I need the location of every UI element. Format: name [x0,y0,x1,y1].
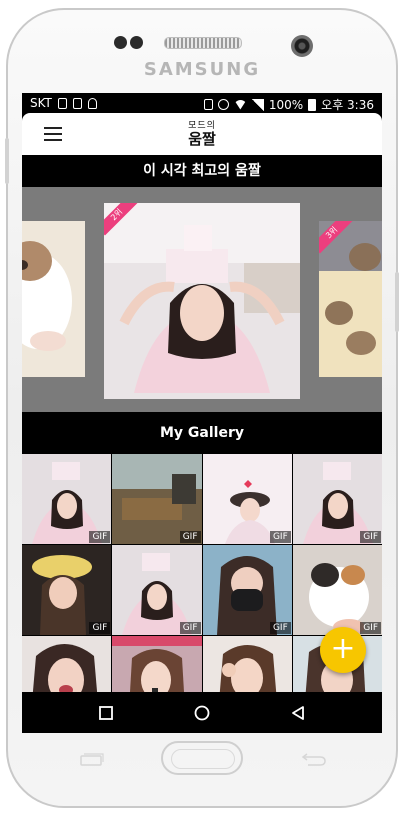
gallery-tile[interactable] [202,636,292,692]
hot-card[interactable]: 3위 [319,221,382,377]
girl-ok-thumb [202,636,292,692]
clock: 오후 3:36 [321,98,374,112]
girl-cake-hat-photo [104,203,300,399]
system-nav-bar [22,692,382,733]
carrier-label: SKT [30,96,52,110]
gallery-tile[interactable]: GIF [292,454,382,544]
gif-badge: GIF [179,531,201,543]
power-button[interactable] [395,272,399,332]
back-icon[interactable] [287,702,309,724]
recents-icon[interactable] [95,702,117,724]
gif-badge: GIF [269,531,291,543]
front-camera [291,35,313,57]
app-bar: 모드의 움짤 [22,113,382,155]
status-bar: SKT 100% 오후 3:36 [22,93,382,113]
girl-laughing-thumb [22,636,112,692]
sensor-dot [130,36,143,49]
signal-icon [251,98,264,111]
cat-photo [22,221,85,377]
sim-icon [57,97,67,109]
recents-key-icon[interactable] [77,752,107,766]
alarm-icon [217,99,229,110]
device-brand: SAMSUNG [143,59,261,80]
add-button[interactable]: + [320,627,366,673]
home-icon[interactable] [191,702,213,724]
wifi-icon [233,99,247,110]
earpiece-speaker [164,37,242,49]
gallery-tile[interactable]: GIF [22,545,112,635]
gallery-tile[interactable]: GIF [292,545,382,635]
vibrate-icon [203,99,213,110]
gif-badge: GIF [360,622,381,634]
battery-percent: 100% [268,97,304,112]
sensor-dot [114,36,127,49]
gif-badge: GIF [360,531,381,543]
battery-icon [308,98,317,111]
gif-badge: GIF [89,622,111,634]
android-icon [87,97,97,109]
gif-badge: GIF [269,622,291,634]
gallery-tile[interactable]: GIF [112,545,202,635]
hot-carousel[interactable]: 2위 3위 [22,187,382,412]
app-logo[interactable]: 모드의 움짤 [182,118,222,150]
gallery-tile[interactable] [112,636,202,692]
hot-card[interactable] [22,221,85,377]
gallery-title: My Gallery [22,412,382,454]
gif-badge: GIF [179,622,201,634]
download-icon [72,97,82,109]
gallery-tile[interactable]: GIF [22,454,112,544]
gif-badge: GIF [89,531,111,543]
menu-icon[interactable] [44,127,62,141]
volume-button[interactable] [5,138,9,184]
hot-card[interactable]: 2위 [104,203,300,399]
gallery-tile[interactable]: GIF [202,454,292,544]
hot-section-title: 이 시각 최고의 움짤 [22,155,382,187]
gallery-tile[interactable]: GIF [202,545,292,635]
back-key-icon[interactable] [298,752,328,766]
gallery-tile[interactable] [22,636,112,692]
physical-home-button[interactable] [161,741,243,775]
gallery-tile[interactable]: GIF [112,454,202,544]
girl-mic-thumb [112,636,202,692]
logo-line2: 움짤 [188,129,216,148]
phone-screen: SKT 100% 오후 3:36 모드의 움짤 이 시각 최고의 움짤 2위 3… [22,93,382,733]
